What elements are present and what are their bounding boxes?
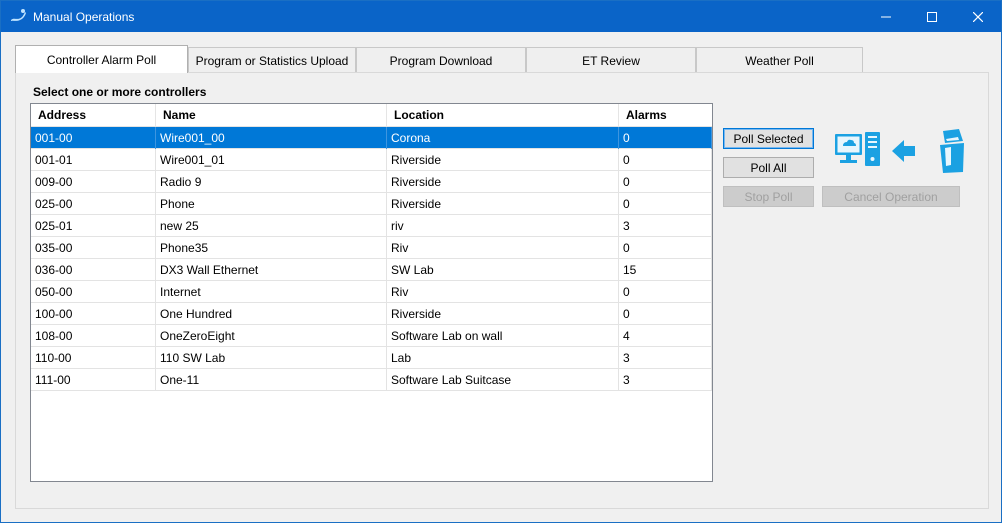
manual-operations-window: Manual Operations Controller Alarm Poll … <box>0 0 1002 523</box>
cell-location: Riverside <box>387 171 619 193</box>
minimize-button[interactable] <box>863 1 909 32</box>
tab-label: ET Review <box>582 53 640 68</box>
cell-alarms: 0 <box>619 237 712 259</box>
cell-name: Phone35 <box>156 237 387 259</box>
cell-name: new 25 <box>156 215 387 237</box>
cell-alarms: 0 <box>619 303 712 325</box>
cell-alarms: 15 <box>619 259 712 281</box>
cell-location: Riverside <box>387 149 619 171</box>
tab-program-download[interactable]: Program Download <box>356 47 526 73</box>
cell-address: 035-00 <box>31 237 156 259</box>
poll-all-button[interactable]: Poll All <box>723 157 814 178</box>
controllers-list[interactable]: Address Name Location Alarms 001-00 Wire0… <box>30 103 713 482</box>
tab-label: Program Download <box>389 53 493 68</box>
table-row[interactable]: 100-00 One Hundred Riverside 0 <box>31 303 712 325</box>
cell-name: Wire001_01 <box>156 149 387 171</box>
cell-address: 100-00 <box>31 303 156 325</box>
tab-label: Weather Poll <box>745 53 814 68</box>
controller-icon <box>937 129 967 175</box>
cell-alarms: 3 <box>619 369 712 391</box>
cell-location: Riverside <box>387 303 619 325</box>
cell-alarms: 4 <box>619 325 712 347</box>
cell-location: Riv <box>387 237 619 259</box>
cell-alarms: 0 <box>619 193 712 215</box>
list-rows: 001-00 Wire001_00 Corona 0 001-01 Wire001_01 R… <box>31 127 712 391</box>
table-row[interactable]: 050-00 Internet Riv 0 <box>31 281 712 303</box>
cell-location: riv <box>387 215 619 237</box>
cell-address: 050-00 <box>31 281 156 303</box>
cell-address: 001-01 <box>31 149 156 171</box>
cell-name: Internet <box>156 281 387 303</box>
cell-alarms: 3 <box>619 215 712 237</box>
cell-location: Corona <box>387 127 619 149</box>
cell-location: SW Lab <box>387 259 619 281</box>
cell-name: OneZeroEight <box>156 325 387 347</box>
cell-alarms: 0 <box>619 149 712 171</box>
cell-address: 111-00 <box>31 369 156 391</box>
button-label: Poll Selected <box>733 131 804 146</box>
table-row[interactable]: 111-00 One-11 Software Lab Suitcase 3 <box>31 369 712 391</box>
cell-address: 001-00 <box>31 127 156 149</box>
tab-et-review[interactable]: ET Review <box>526 47 696 73</box>
cell-alarms: 0 <box>619 281 712 303</box>
cell-alarms: 0 <box>619 171 712 193</box>
tab-program-statistics-upload[interactable]: Program or Statistics Upload <box>188 47 356 73</box>
table-row[interactable]: 009-00 Radio 9 Riverside 0 <box>31 171 712 193</box>
cell-address: 009-00 <box>31 171 156 193</box>
table-row[interactable]: 110-00 110 SW Lab Lab 3 <box>31 347 712 369</box>
table-row[interactable]: 001-01 Wire001_01 Riverside 0 <box>31 149 712 171</box>
list-header: Address Name Location Alarms <box>31 104 712 127</box>
table-row[interactable]: 035-00 Phone35 Riv 0 <box>31 237 712 259</box>
table-row[interactable]: 025-00 Phone Riverside 0 <box>31 193 712 215</box>
poll-selected-button[interactable]: Poll Selected <box>723 128 814 149</box>
window-title: Manual Operations <box>33 10 135 24</box>
cell-name: DX3 Wall Ethernet <box>156 259 387 281</box>
column-header-alarms[interactable]: Alarms <box>619 104 712 127</box>
cell-name: One-11 <box>156 369 387 391</box>
close-button[interactable] <box>955 1 1001 32</box>
button-label: Cancel Operation <box>844 189 938 204</box>
cell-address: 025-01 <box>31 215 156 237</box>
table-row[interactable]: 036-00 DX3 Wall Ethernet SW Lab 15 <box>31 259 712 281</box>
cell-address: 036-00 <box>31 259 156 281</box>
tab-label: Program or Statistics Upload <box>195 53 349 68</box>
button-label: Stop Poll <box>744 189 793 204</box>
title-bar[interactable]: Manual Operations <box>1 1 1001 32</box>
cell-name: Radio 9 <box>156 171 387 193</box>
arrow-left-icon <box>891 138 917 164</box>
cell-location: Lab <box>387 347 619 369</box>
column-header-name[interactable]: Name <box>156 104 387 127</box>
tab-weather-poll[interactable]: Weather Poll <box>696 47 863 73</box>
cell-address: 025-00 <box>31 193 156 215</box>
button-label: Poll All <box>750 160 787 175</box>
cell-address: 110-00 <box>31 347 156 369</box>
cell-alarms: 0 <box>619 127 712 149</box>
tab-controller-alarm-poll[interactable]: Controller Alarm Poll <box>15 45 188 73</box>
stop-poll-button[interactable]: Stop Poll <box>723 186 814 207</box>
section-label: Select one or more controllers <box>33 85 207 99</box>
close-icon <box>973 11 983 22</box>
column-header-location[interactable]: Location <box>387 104 619 127</box>
tab-label: Controller Alarm Poll <box>46 52 157 67</box>
table-row[interactable]: 001-00 Wire001_00 Corona 0 <box>31 127 712 149</box>
cell-location: Software Lab Suitcase <box>387 369 619 391</box>
cancel-operation-button[interactable]: Cancel Operation <box>822 186 960 207</box>
column-header-address[interactable]: Address <box>31 104 156 127</box>
table-row[interactable]: 108-00 OneZeroEight Software Lab on wall 4 <box>31 325 712 347</box>
cell-name: 110 SW Lab <box>156 347 387 369</box>
computer-icon <box>834 131 882 171</box>
cell-name: Wire001_00 <box>156 127 387 149</box>
minimize-icon <box>881 16 891 17</box>
cell-location: Riverside <box>387 193 619 215</box>
table-row[interactable]: 025-01 new 25 riv 3 <box>31 215 712 237</box>
cell-alarms: 3 <box>619 347 712 369</box>
water-drop-icon <box>9 8 27 24</box>
cell-location: Riv <box>387 281 619 303</box>
cell-address: 108-00 <box>31 325 156 347</box>
cell-name: Phone <box>156 193 387 215</box>
maximize-icon <box>927 11 937 22</box>
maximize-button[interactable] <box>909 1 955 32</box>
cell-location: Software Lab on wall <box>387 325 619 347</box>
cell-name: One Hundred <box>156 303 387 325</box>
